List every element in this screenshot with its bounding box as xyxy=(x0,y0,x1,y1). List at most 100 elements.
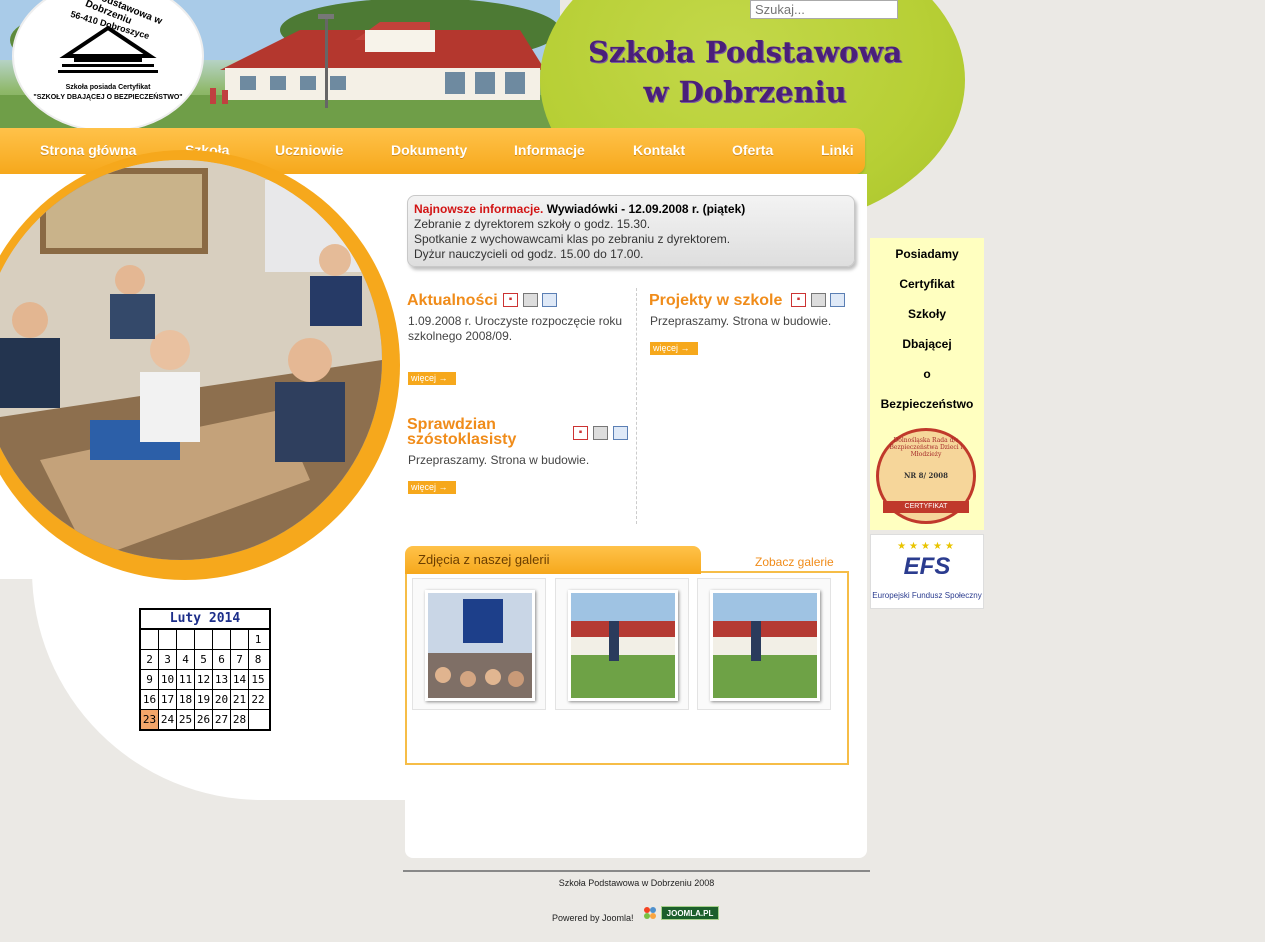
calendar-week: 9 10 11 12 13 14 15 xyxy=(141,669,269,689)
exam-section-title-line1: Sprawdzian xyxy=(407,416,496,433)
calendar-day[interactable]: 20 xyxy=(213,690,231,709)
nav-item-home[interactable]: Strona główna xyxy=(40,142,136,158)
calendar-day[interactable]: 25 xyxy=(177,710,195,729)
gallery-thumbnail-cell[interactable] xyxy=(555,578,689,710)
gallery-thumbnail[interactable] xyxy=(710,590,820,701)
certificate-text: o xyxy=(923,367,931,381)
school-logo: Szkoła Podstawowa w Dobrzeniu 56-410 Dob… xyxy=(12,0,204,132)
calendar-day[interactable]: 4 xyxy=(177,650,195,669)
latest-news-line: Dyżur nauczycieli od godz. 15.00 do 17.0… xyxy=(414,247,644,261)
email-icon[interactable] xyxy=(542,293,557,307)
calendar-day[interactable]: 10 xyxy=(159,670,177,689)
exam-more-button[interactable]: więcej → xyxy=(408,481,456,494)
pdf-icon[interactable]: ▪ xyxy=(503,293,518,307)
certificate-text: Dbającej xyxy=(902,337,952,351)
exam-section-body: Przepraszamy. Strona w budowie. xyxy=(408,453,590,467)
calendar-day[interactable]: 6 xyxy=(213,650,231,669)
calendar-day[interactable]: 26 xyxy=(195,710,213,729)
calendar-day[interactable] xyxy=(213,630,231,649)
gallery-tab: Zdjęcia z naszej galerii xyxy=(405,546,701,574)
calendar-day[interactable]: 15 xyxy=(249,670,267,689)
news-section-title: Aktualności xyxy=(407,292,498,309)
pdf-icon[interactable]: ▪ xyxy=(791,293,806,307)
calendar-day[interactable] xyxy=(195,630,213,649)
site-title: Szkoła Podstawowa w Dobrzeniu xyxy=(560,32,930,112)
calendar-day[interactable]: 21 xyxy=(231,690,249,709)
gallery-thumbnail-cell[interactable] xyxy=(412,578,546,710)
logo-text-certificate: Szkoła posiada Certyfikat xyxy=(65,84,151,91)
calendar-day[interactable]: 19 xyxy=(195,690,213,709)
calendar-day[interactable]: 22 xyxy=(249,690,267,709)
calendar-day[interactable]: 5 xyxy=(195,650,213,669)
site-title-line1: Szkoła Podstawowa xyxy=(587,35,903,69)
print-icon[interactable] xyxy=(523,293,538,307)
search-input[interactable] xyxy=(750,0,898,19)
calendar-day[interactable]: 8 xyxy=(249,650,267,669)
calendar-day[interactable]: 12 xyxy=(195,670,213,689)
nav-item-students[interactable]: Uczniowie xyxy=(275,142,343,158)
footer-divider xyxy=(403,870,870,872)
gallery-photo-school xyxy=(571,593,675,698)
gallery-thumbnail-cell[interactable] xyxy=(697,578,831,710)
calendar-day[interactable] xyxy=(177,630,195,649)
certificate-text: Bezpieczeństwo xyxy=(880,397,974,411)
calendar-day[interactable]: 24 xyxy=(159,710,177,729)
calendar-day[interactable]: 27 xyxy=(213,710,231,729)
email-icon[interactable] xyxy=(613,426,628,440)
calendar-day[interactable]: 28 xyxy=(231,710,249,729)
projects-more-button[interactable]: więcej → xyxy=(650,342,698,355)
gallery-thumbnail[interactable] xyxy=(568,590,678,701)
calendar-week: 1 xyxy=(141,630,269,649)
calendar-day[interactable]: 17 xyxy=(159,690,177,709)
gallery-photo-stage xyxy=(428,593,532,698)
calendar: Luty 2014 1 2 3 4 5 6 7 8 9 10 11 12 13 … xyxy=(139,608,271,731)
gallery-link[interactable]: Zobacz galerie xyxy=(755,555,834,569)
print-icon[interactable] xyxy=(811,293,826,307)
joomla-icon[interactable] xyxy=(643,906,657,920)
seal-ribbon: CERTYFIKAT xyxy=(883,501,969,513)
efs-banner[interactable]: ★★★★★ EFS Europejski Fundusz Społeczny xyxy=(870,534,984,609)
certificate-seal: Dolnośląska Rada d/s Bezpieczeństwa Dzie… xyxy=(876,428,976,524)
column-divider xyxy=(636,288,637,524)
news-more-button[interactable]: więcej → xyxy=(408,372,456,385)
projects-section-body: Przepraszamy. Strona w budowie. xyxy=(650,314,832,328)
seal-number: NR 8/ 2008 xyxy=(904,471,948,480)
nav-item-documents[interactable]: Dokumenty xyxy=(391,142,467,158)
pdf-icon[interactable]: ▪ xyxy=(573,426,588,440)
certificate-text: Posiadamy xyxy=(895,247,959,261)
calendar-week: 23 24 25 26 27 28 xyxy=(141,709,269,729)
footer-powered-by: Powered by Joomla! xyxy=(552,913,634,923)
nav-item-contact[interactable]: Kontakt xyxy=(633,142,685,158)
calendar-day[interactable]: 18 xyxy=(177,690,195,709)
calendar-day[interactable]: 9 xyxy=(141,670,159,689)
calendar-day[interactable]: 7 xyxy=(231,650,249,669)
more-label: więcej xyxy=(653,343,679,353)
calendar-day[interactable]: 16 xyxy=(141,690,159,709)
logo-text-certificate-name: "SZKOŁY DBAJĄCEJ O BEZPIECZEŃSTWO" xyxy=(33,94,183,101)
certificate-text: Szkoły xyxy=(907,307,946,321)
calendar-title: Luty 2014 xyxy=(141,610,269,630)
calendar-day[interactable]: 11 xyxy=(177,670,195,689)
calendar-day[interactable] xyxy=(231,630,249,649)
projects-section-title: Projekty w szkole xyxy=(649,292,783,309)
calendar-day-today[interactable]: 23 xyxy=(141,710,159,729)
calendar-day[interactable]: 2 xyxy=(141,650,159,669)
latest-news-label: Najnowsze informacje. xyxy=(414,202,544,216)
calendar-day[interactable]: 1 xyxy=(249,630,267,649)
calendar-day[interactable] xyxy=(249,710,267,729)
nav-item-information[interactable]: Informacje xyxy=(514,142,585,158)
gallery-thumbnail[interactable] xyxy=(425,590,535,701)
calendar-day[interactable]: 14 xyxy=(231,670,249,689)
calendar-day[interactable]: 3 xyxy=(159,650,177,669)
exam-section-title-line2: szóstoklasisty xyxy=(407,431,517,448)
print-icon[interactable] xyxy=(593,426,608,440)
calendar-day[interactable] xyxy=(141,630,159,649)
nav-item-offer[interactable]: Oferta xyxy=(732,142,773,158)
email-icon[interactable] xyxy=(830,293,845,307)
news-section-body: 1.09.2008 r. Uroczyste rozpoczęcie roku … xyxy=(408,314,623,343)
calendar-day[interactable] xyxy=(159,630,177,649)
nav-item-links[interactable]: Linki xyxy=(821,142,854,158)
latest-news-headline: Wywiadówki - 12.09.2008 r. (piątek) xyxy=(546,202,746,216)
calendar-day[interactable]: 13 xyxy=(213,670,231,689)
joomla-pl-badge[interactable]: JOOMLA.PL xyxy=(661,906,719,920)
